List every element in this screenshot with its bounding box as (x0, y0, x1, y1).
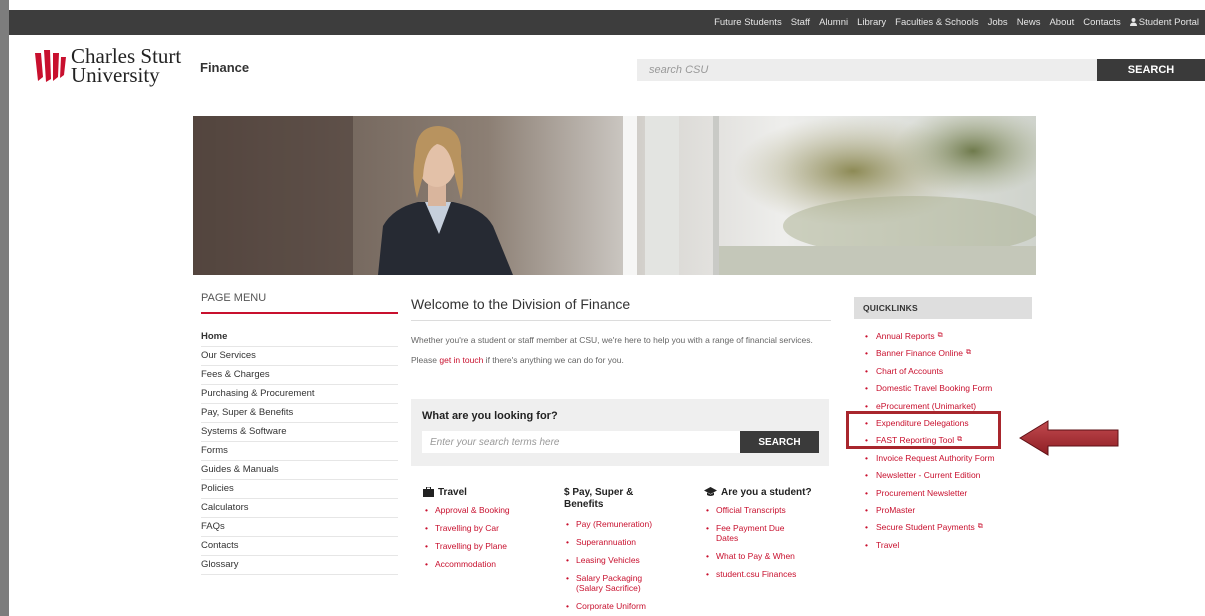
site-header: Charles Sturt University Finance SEARCH (9, 35, 1205, 105)
graduation-cap-icon (704, 487, 717, 496)
pay-heading: $ Pay, Super & Benefits (564, 487, 694, 511)
main-content: Welcome to the Division of Finance Wheth… (411, 296, 831, 365)
menu-item-guides-manuals[interactable]: Guides & Manuals (201, 461, 398, 480)
quicklink-secure-student-payments[interactable]: Secure Student Payments⧉ (854, 520, 1032, 537)
pay-title: $ Pay, Super & Benefits (564, 487, 634, 510)
travel-heading: Travel (423, 487, 553, 499)
quicklink-newsletter[interactable]: Newsletter - Current Edition (854, 468, 1032, 485)
menu-item-forms[interactable]: Forms (201, 442, 398, 461)
content-search-panel: What are you looking for? SEARCH (411, 399, 829, 466)
logo-wordmark: Charles Sturt University (71, 46, 181, 87)
quicklink-label: Banner Finance Online (876, 348, 963, 359)
travel-title: Travel (438, 487, 467, 498)
quicklink-invoice-request[interactable]: Invoice Request Authority Form (854, 451, 1032, 468)
menu-item-systems-software[interactable]: Systems & Software (201, 423, 398, 442)
student-link-finances[interactable]: student.csu Finances (704, 569, 834, 579)
annotation-highlight-box (846, 411, 1001, 449)
pay-link-remuneration[interactable]: Pay (Remuneration) (564, 519, 694, 529)
menu-item-home[interactable]: Home (201, 328, 398, 347)
pay-link-superannuation[interactable]: Superannuation (564, 537, 694, 547)
contact-line: Please get in touch if there's anything … (411, 355, 831, 365)
suitcase-icon (423, 487, 434, 497)
student-portal-label: Student Portal (1138, 17, 1199, 28)
menu-item-our-services[interactable]: Our Services (201, 347, 398, 366)
student-title: Are you a student? (721, 487, 812, 498)
quicklink-annual-reports[interactable]: Annual Reports⧉ (854, 329, 1032, 346)
menu-item-policies[interactable]: Policies (201, 480, 398, 499)
pay-link-leasing-vehicles[interactable]: Leasing Vehicles (564, 555, 694, 565)
student-link-transcripts[interactable]: Official Transcripts (704, 505, 834, 515)
csu-crest-icon (35, 50, 66, 82)
student-column: Are you a student? Official Transcripts … (704, 487, 834, 587)
travel-link-approval-booking[interactable]: Approval & Booking (423, 505, 553, 515)
page-title: Welcome to the Division of Finance (411, 296, 631, 312)
external-link-icon: ⧉ (965, 349, 971, 357)
menu-item-contacts[interactable]: Contacts (201, 537, 398, 556)
top-navigation-bar: Future Students Staff Alumni Library Fac… (9, 10, 1205, 35)
site-name[interactable]: Finance (200, 60, 249, 75)
pay-link-corporate-uniform[interactable]: Corporate Uniform (564, 601, 694, 611)
student-heading: Are you a student? (704, 487, 834, 499)
quicklink-label: Secure Student Payments (876, 522, 975, 533)
menu-item-purchasing-procurement[interactable]: Purchasing & Procurement (201, 385, 398, 404)
topnav-alumni[interactable]: Alumni (819, 17, 848, 28)
quicklink-chart-of-accounts[interactable]: Chart of Accounts (854, 364, 1032, 381)
quicklinks-heading: QUICKLINKS (854, 297, 1032, 319)
pay-column: $ Pay, Super & Benefits Pay (Remuneratio… (564, 487, 694, 616)
hero-banner-image (193, 116, 1036, 275)
content-search-input[interactable] (422, 431, 740, 453)
site-search-button[interactable]: SEARCH (1097, 59, 1205, 81)
menu-item-pay-super-benefits[interactable]: Pay, Super & Benefits (201, 404, 398, 423)
hero-photo (193, 116, 1036, 275)
travel-link-accommodation[interactable]: Accommodation (423, 559, 553, 569)
contact-suffix: if there's anything we can do for you. (483, 355, 624, 365)
site-search-input[interactable] (637, 59, 1097, 81)
quicklink-domestic-travel[interactable]: Domestic Travel Booking Form (854, 381, 1032, 398)
pay-link-salary-packaging[interactable]: Salary Packaging (Salary Sacrifice) (564, 573, 664, 593)
topnav-news[interactable]: News (1017, 17, 1041, 28)
window-left-edge (0, 0, 9, 616)
external-link-icon: ⧉ (937, 332, 943, 339)
student-link-fee-due-dates[interactable]: Fee Payment Due Dates (704, 523, 796, 543)
student-link-what-to-pay[interactable]: What to Pay & When (704, 551, 834, 561)
person-icon (1129, 18, 1137, 26)
page-menu: PAGE MENU Home Our Services Fees & Charg… (201, 292, 398, 575)
university-logo[interactable]: Charles Sturt University (33, 46, 181, 87)
content-search-button[interactable]: SEARCH (740, 431, 819, 453)
topnav-library[interactable]: Library (857, 17, 886, 28)
menu-item-fees-charges[interactable]: Fees & Charges (201, 366, 398, 385)
topnav-future-students[interactable]: Future Students (714, 17, 782, 28)
quicklink-label: Annual Reports (876, 331, 935, 341)
menu-item-calculators[interactable]: Calculators (201, 499, 398, 518)
contact-prefix: Please (411, 355, 440, 365)
topnav-student-portal[interactable]: Student Portal (1129, 17, 1199, 28)
quicklink-travel[interactable]: Travel (854, 538, 1032, 555)
topnav-jobs[interactable]: Jobs (988, 17, 1008, 28)
annotation-arrow-icon (1019, 420, 1119, 456)
travel-link-plane[interactable]: Travelling by Plane (423, 541, 553, 551)
get-in-touch-link[interactable]: get in touch (439, 355, 483, 365)
external-link-icon: ⧉ (977, 523, 983, 531)
content-search-title: What are you looking for? (422, 410, 558, 422)
page-menu-heading: PAGE MENU (201, 292, 398, 314)
menu-item-glossary[interactable]: Glossary (201, 556, 398, 575)
travel-link-car[interactable]: Travelling by Car (423, 523, 553, 533)
quicklink-banner-finance[interactable]: Banner Finance Online⧉ (854, 346, 1032, 363)
logo-line-2: University (71, 63, 160, 87)
title-divider (411, 320, 831, 321)
quicklink-procurement-newsletter[interactable]: Procurement Newsletter (854, 486, 1032, 503)
topnav-faculties-schools[interactable]: Faculties & Schools (895, 17, 978, 28)
travel-column: Travel Approval & Booking Travelling by … (423, 487, 553, 577)
window-top-edge (0, 0, 1205, 10)
quicklink-promaster[interactable]: ProMaster (854, 503, 1032, 520)
menu-item-faqs[interactable]: FAQs (201, 518, 398, 537)
topnav-staff[interactable]: Staff (791, 17, 810, 28)
intro-text: Whether you're a student or staff member… (411, 335, 813, 345)
topnav-contacts[interactable]: Contacts (1083, 17, 1121, 28)
topnav-about[interactable]: About (1049, 17, 1074, 28)
